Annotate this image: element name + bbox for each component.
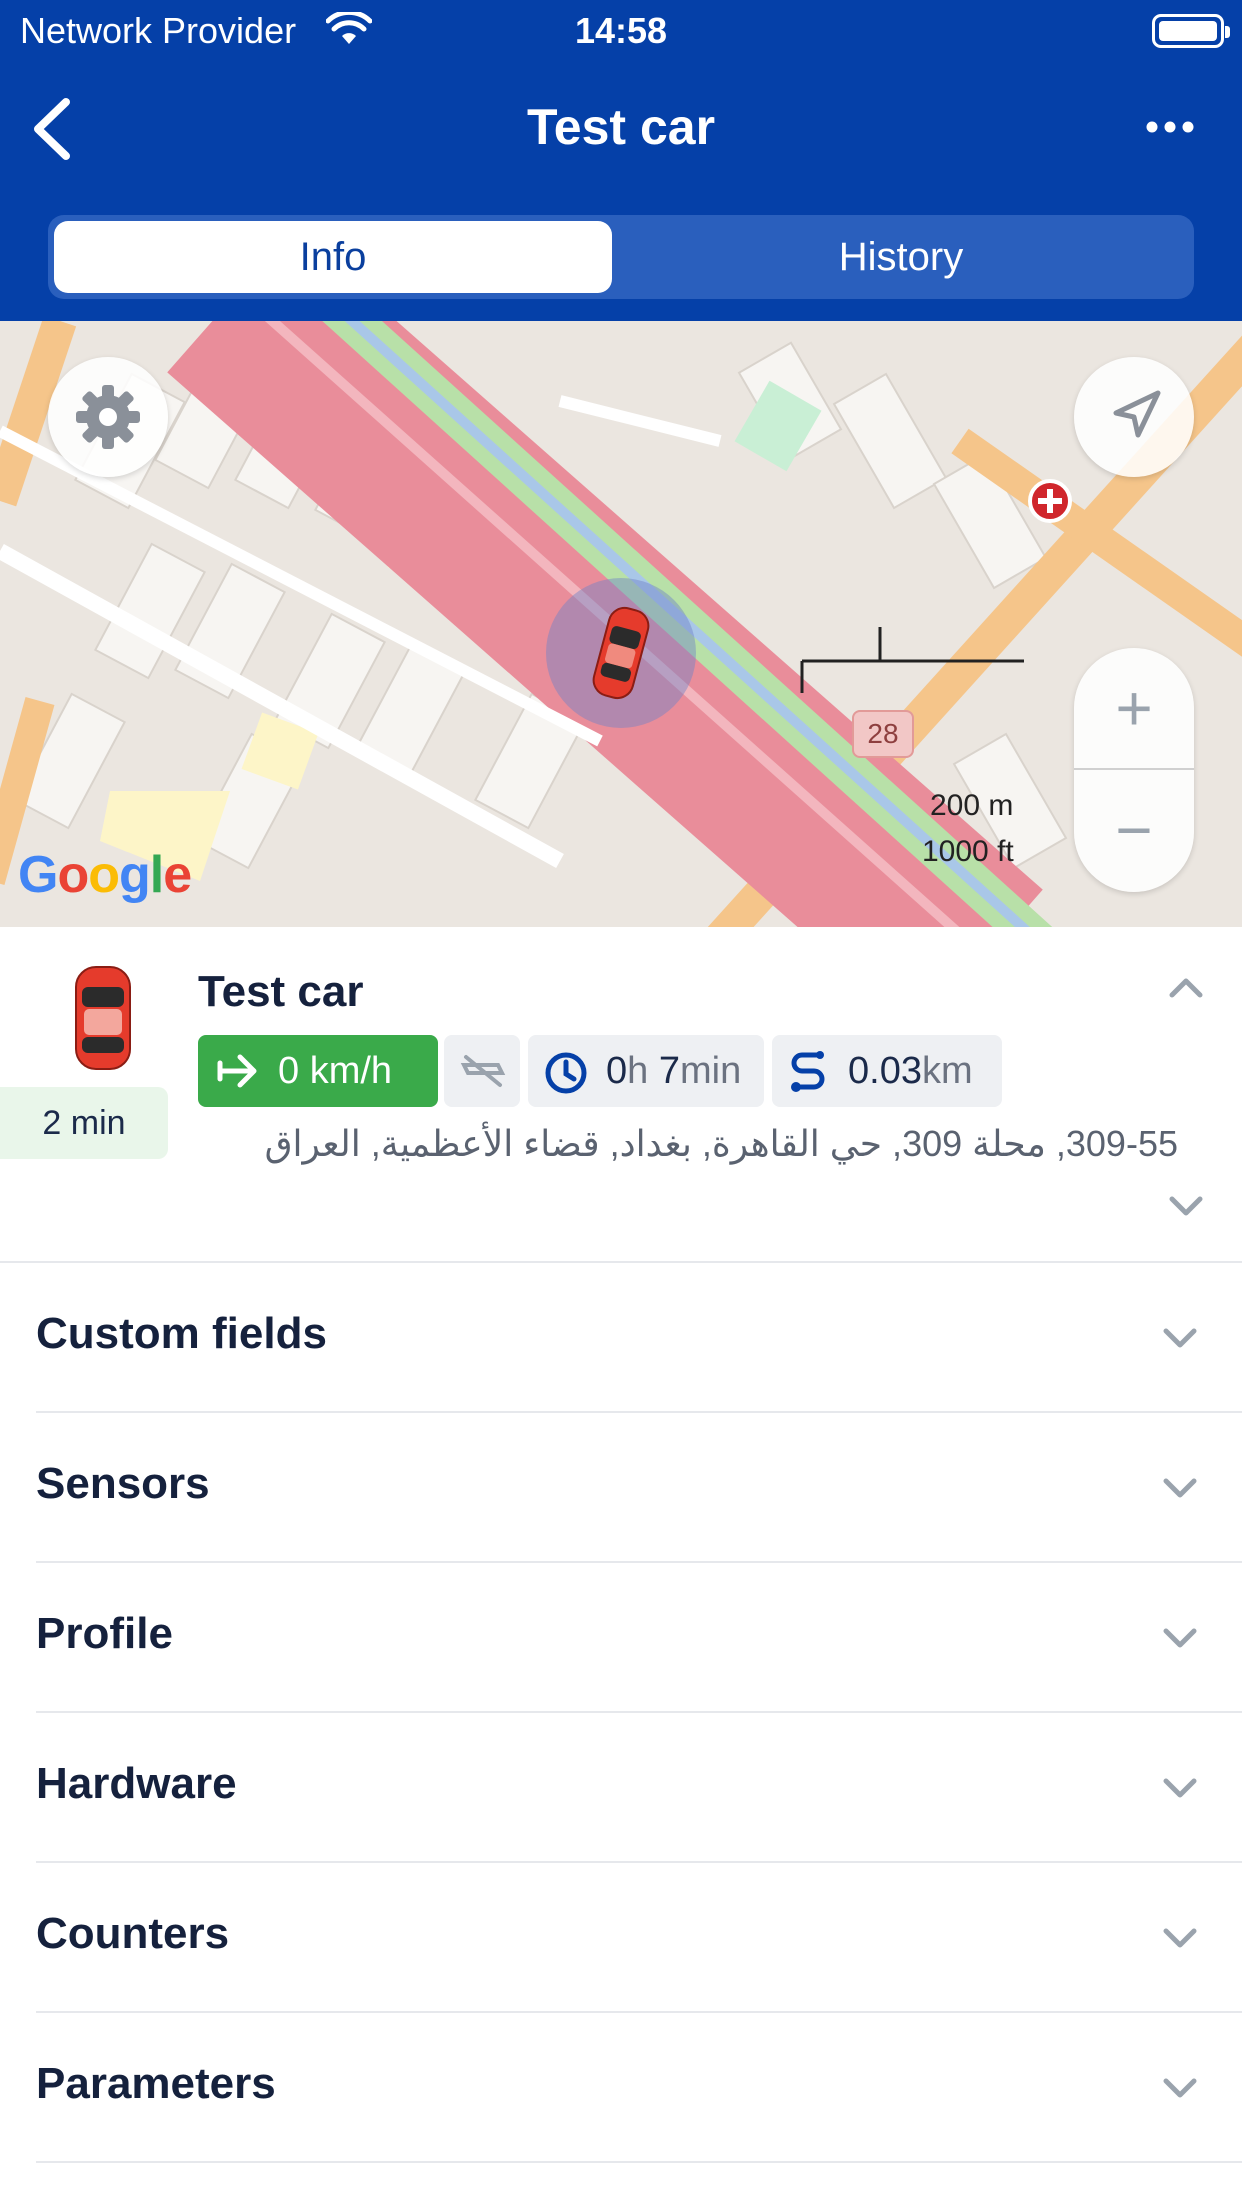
chevron-down-icon	[1163, 2078, 1197, 2098]
page-title: Test car	[526, 99, 716, 155]
device-name: Test car	[198, 967, 364, 1016]
section-label: Parameters	[36, 2059, 276, 2108]
duration-hours-unit: h	[627, 1050, 649, 1092]
distance-unit: km	[921, 1050, 973, 1092]
duration-chip: 0h 7min	[528, 1035, 764, 1107]
app-header: Network Provider 14:58 Test car Info His…	[0, 0, 1242, 321]
more-horizontal-icon	[1146, 121, 1194, 133]
device-address: 309-55, محلة 309, حي القاهرة, بغداد, قضا…	[264, 1123, 1178, 1164]
last-update-badge: 2 min	[0, 1087, 168, 1159]
chevron-down-icon	[1163, 1628, 1197, 1648]
section-profile[interactable]: Profile	[36, 1563, 1242, 1713]
section-parameters[interactable]: Parameters	[36, 2013, 1242, 2163]
duration-minutes: 7	[658, 1050, 680, 1092]
section-label: Custom fields	[36, 1309, 327, 1358]
battery-icon	[1152, 14, 1230, 48]
chevron-down-icon	[1163, 1328, 1197, 1348]
section-hardware[interactable]: Hardware	[36, 1713, 1242, 1863]
car-icon	[592, 606, 650, 700]
chevron-up-icon	[1169, 978, 1203, 998]
map-settings-button[interactable]	[48, 357, 168, 477]
expand-card-button[interactable]	[1164, 1189, 1208, 1225]
chevron-down-icon	[1163, 1928, 1197, 1948]
section-label: Sensors	[36, 1459, 210, 1508]
clock: 14:58	[574, 10, 668, 51]
section-counters[interactable]: Counters	[36, 1863, 1242, 2013]
map-view[interactable]: 28 + − 200 m 1000 ft Google	[0, 321, 1242, 927]
ignition-chip	[444, 1035, 520, 1107]
vehicle-marker[interactable]	[546, 578, 696, 728]
chevron-down-icon	[1163, 1478, 1197, 1498]
navigation-bar: Test car	[0, 80, 1242, 176]
status-bar: Network Provider 14:58	[0, 0, 1242, 62]
section-label: Profile	[36, 1609, 173, 1658]
duration-minutes-unit: min	[679, 1050, 742, 1092]
scale-metric: 200 m	[930, 789, 1014, 822]
tab-switcher: Info History	[48, 215, 1194, 299]
navigation-arrow-icon	[1113, 390, 1161, 438]
device-summary-card: 2 min Test car 0 km/h 0h 7min 0.03km 309…	[0, 927, 1242, 1263]
distance-number: 0.03	[848, 1050, 922, 1092]
distance-chip: 0.03km	[772, 1035, 1002, 1107]
gear-icon	[76, 385, 140, 449]
speed-chip: 0 km/h	[198, 1035, 438, 1107]
section-sensors[interactable]: Sensors	[36, 1413, 1242, 1563]
scale-imperial: 1000 ft	[922, 835, 1014, 868]
road-number-badge: 28	[852, 710, 914, 758]
route-icon	[791, 1051, 825, 1092]
my-location-button[interactable]	[1074, 357, 1194, 477]
chevron-down-icon	[1163, 1778, 1197, 1798]
tab-history[interactable]: History	[614, 221, 1188, 293]
duration-hours: 0	[606, 1050, 628, 1092]
more-button[interactable]	[1140, 102, 1200, 152]
zoom-controls: + −	[1074, 648, 1194, 892]
distance-value: 0.03km	[848, 1035, 973, 1107]
section-label: Hardware	[36, 1759, 237, 1808]
car-icon	[75, 966, 131, 1070]
chevron-down-icon	[1169, 1196, 1203, 1216]
zoom-out-button[interactable]: −	[1074, 770, 1194, 890]
clock-icon	[545, 1052, 587, 1094]
ignition-off-icon	[460, 1055, 506, 1087]
speed-value: 0 km/h	[278, 1050, 393, 1092]
section-label: Counters	[36, 1909, 230, 1958]
google-logo: Google	[18, 846, 192, 904]
section-custom-fields[interactable]: Custom fields	[36, 1263, 1242, 1413]
collapse-card-button[interactable]	[1164, 969, 1208, 1005]
duration-value: 0h 7min	[606, 1035, 741, 1107]
tab-info[interactable]: Info	[54, 221, 612, 293]
arrow-right-icon	[217, 1054, 257, 1088]
zoom-in-button[interactable]: +	[1074, 648, 1194, 768]
